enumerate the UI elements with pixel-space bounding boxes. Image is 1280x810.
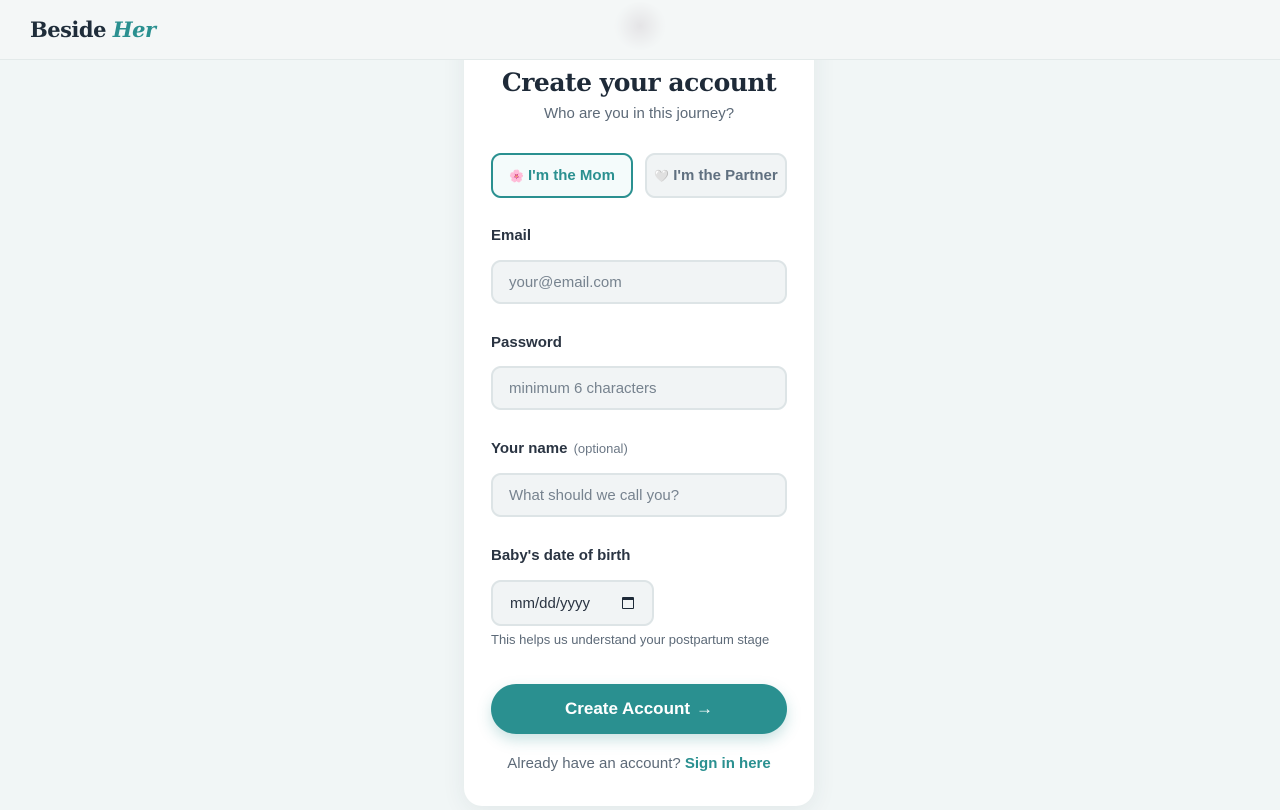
- sign-in-link[interactable]: Sign in here: [685, 755, 771, 772]
- role-partner-button[interactable]: 🤍 I'm the Partner: [645, 153, 787, 198]
- dob-hint: This helps us understand your postpartum…: [491, 632, 770, 647]
- dob-date-input[interactable]: mm/dd/yyyy: [491, 580, 654, 626]
- decorative-blob: [614, 2, 666, 50]
- dob-value: mm/dd/yyyy: [510, 594, 591, 612]
- name-label-text: Your name: [491, 440, 568, 457]
- brand-logo[interactable]: Beside Her: [30, 17, 156, 42]
- optional-tag: (optional): [573, 441, 628, 456]
- flower-icon: 🌸: [509, 168, 525, 183]
- top-nav-bar: Beside Her: [0, 0, 1280, 60]
- page-title: Create your account: [501, 68, 777, 97]
- brand-name-part1: Beside: [30, 17, 106, 42]
- name-label: Your name (optional): [491, 440, 628, 457]
- role-mom-label: I'm the Mom: [528, 167, 615, 184]
- signin-prompt-text: Already have an account?: [507, 755, 681, 772]
- create-account-button[interactable]: Create Account →: [491, 684, 787, 734]
- arrow-right-icon: →: [696, 699, 713, 718]
- role-mom-button[interactable]: 🌸 I'm the Mom: [491, 153, 633, 198]
- create-account-label: Create Account: [564, 699, 690, 718]
- password-field[interactable]: [491, 366, 787, 410]
- dob-label: Baby's date of birth: [491, 547, 631, 564]
- signin-prompt: Already have an account? Sign in here: [464, 755, 814, 772]
- heart-icon: 🤍: [654, 168, 670, 183]
- calendar-icon[interactable]: [622, 597, 634, 609]
- email-label: Email: [491, 227, 532, 244]
- brand-name-part2: Her: [112, 17, 156, 42]
- role-partner-label: I'm the Partner: [673, 167, 778, 184]
- name-field[interactable]: [491, 473, 787, 517]
- email-field[interactable]: [491, 260, 787, 304]
- page-subtitle: Who are you in this journey?: [543, 105, 735, 122]
- password-label: Password: [491, 334, 562, 351]
